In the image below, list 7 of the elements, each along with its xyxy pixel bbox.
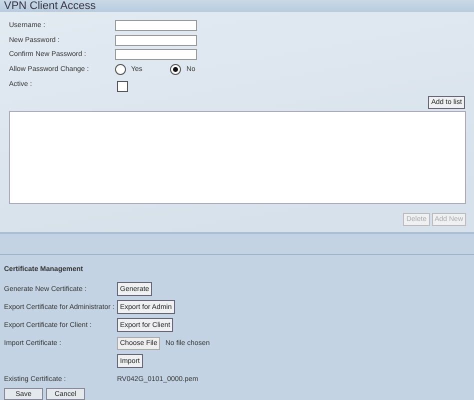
input-field[interactable] <box>115 34 197 46</box>
checkbox[interactable] <box>117 80 128 92</box>
window-title: VPN Client Access <box>4 0 96 12</box>
input-field[interactable] <box>115 20 197 31</box>
radio-button[interactable] <box>115 64 126 76</box>
radio-button[interactable] <box>170 64 182 76</box>
input-field[interactable] <box>115 49 197 60</box>
